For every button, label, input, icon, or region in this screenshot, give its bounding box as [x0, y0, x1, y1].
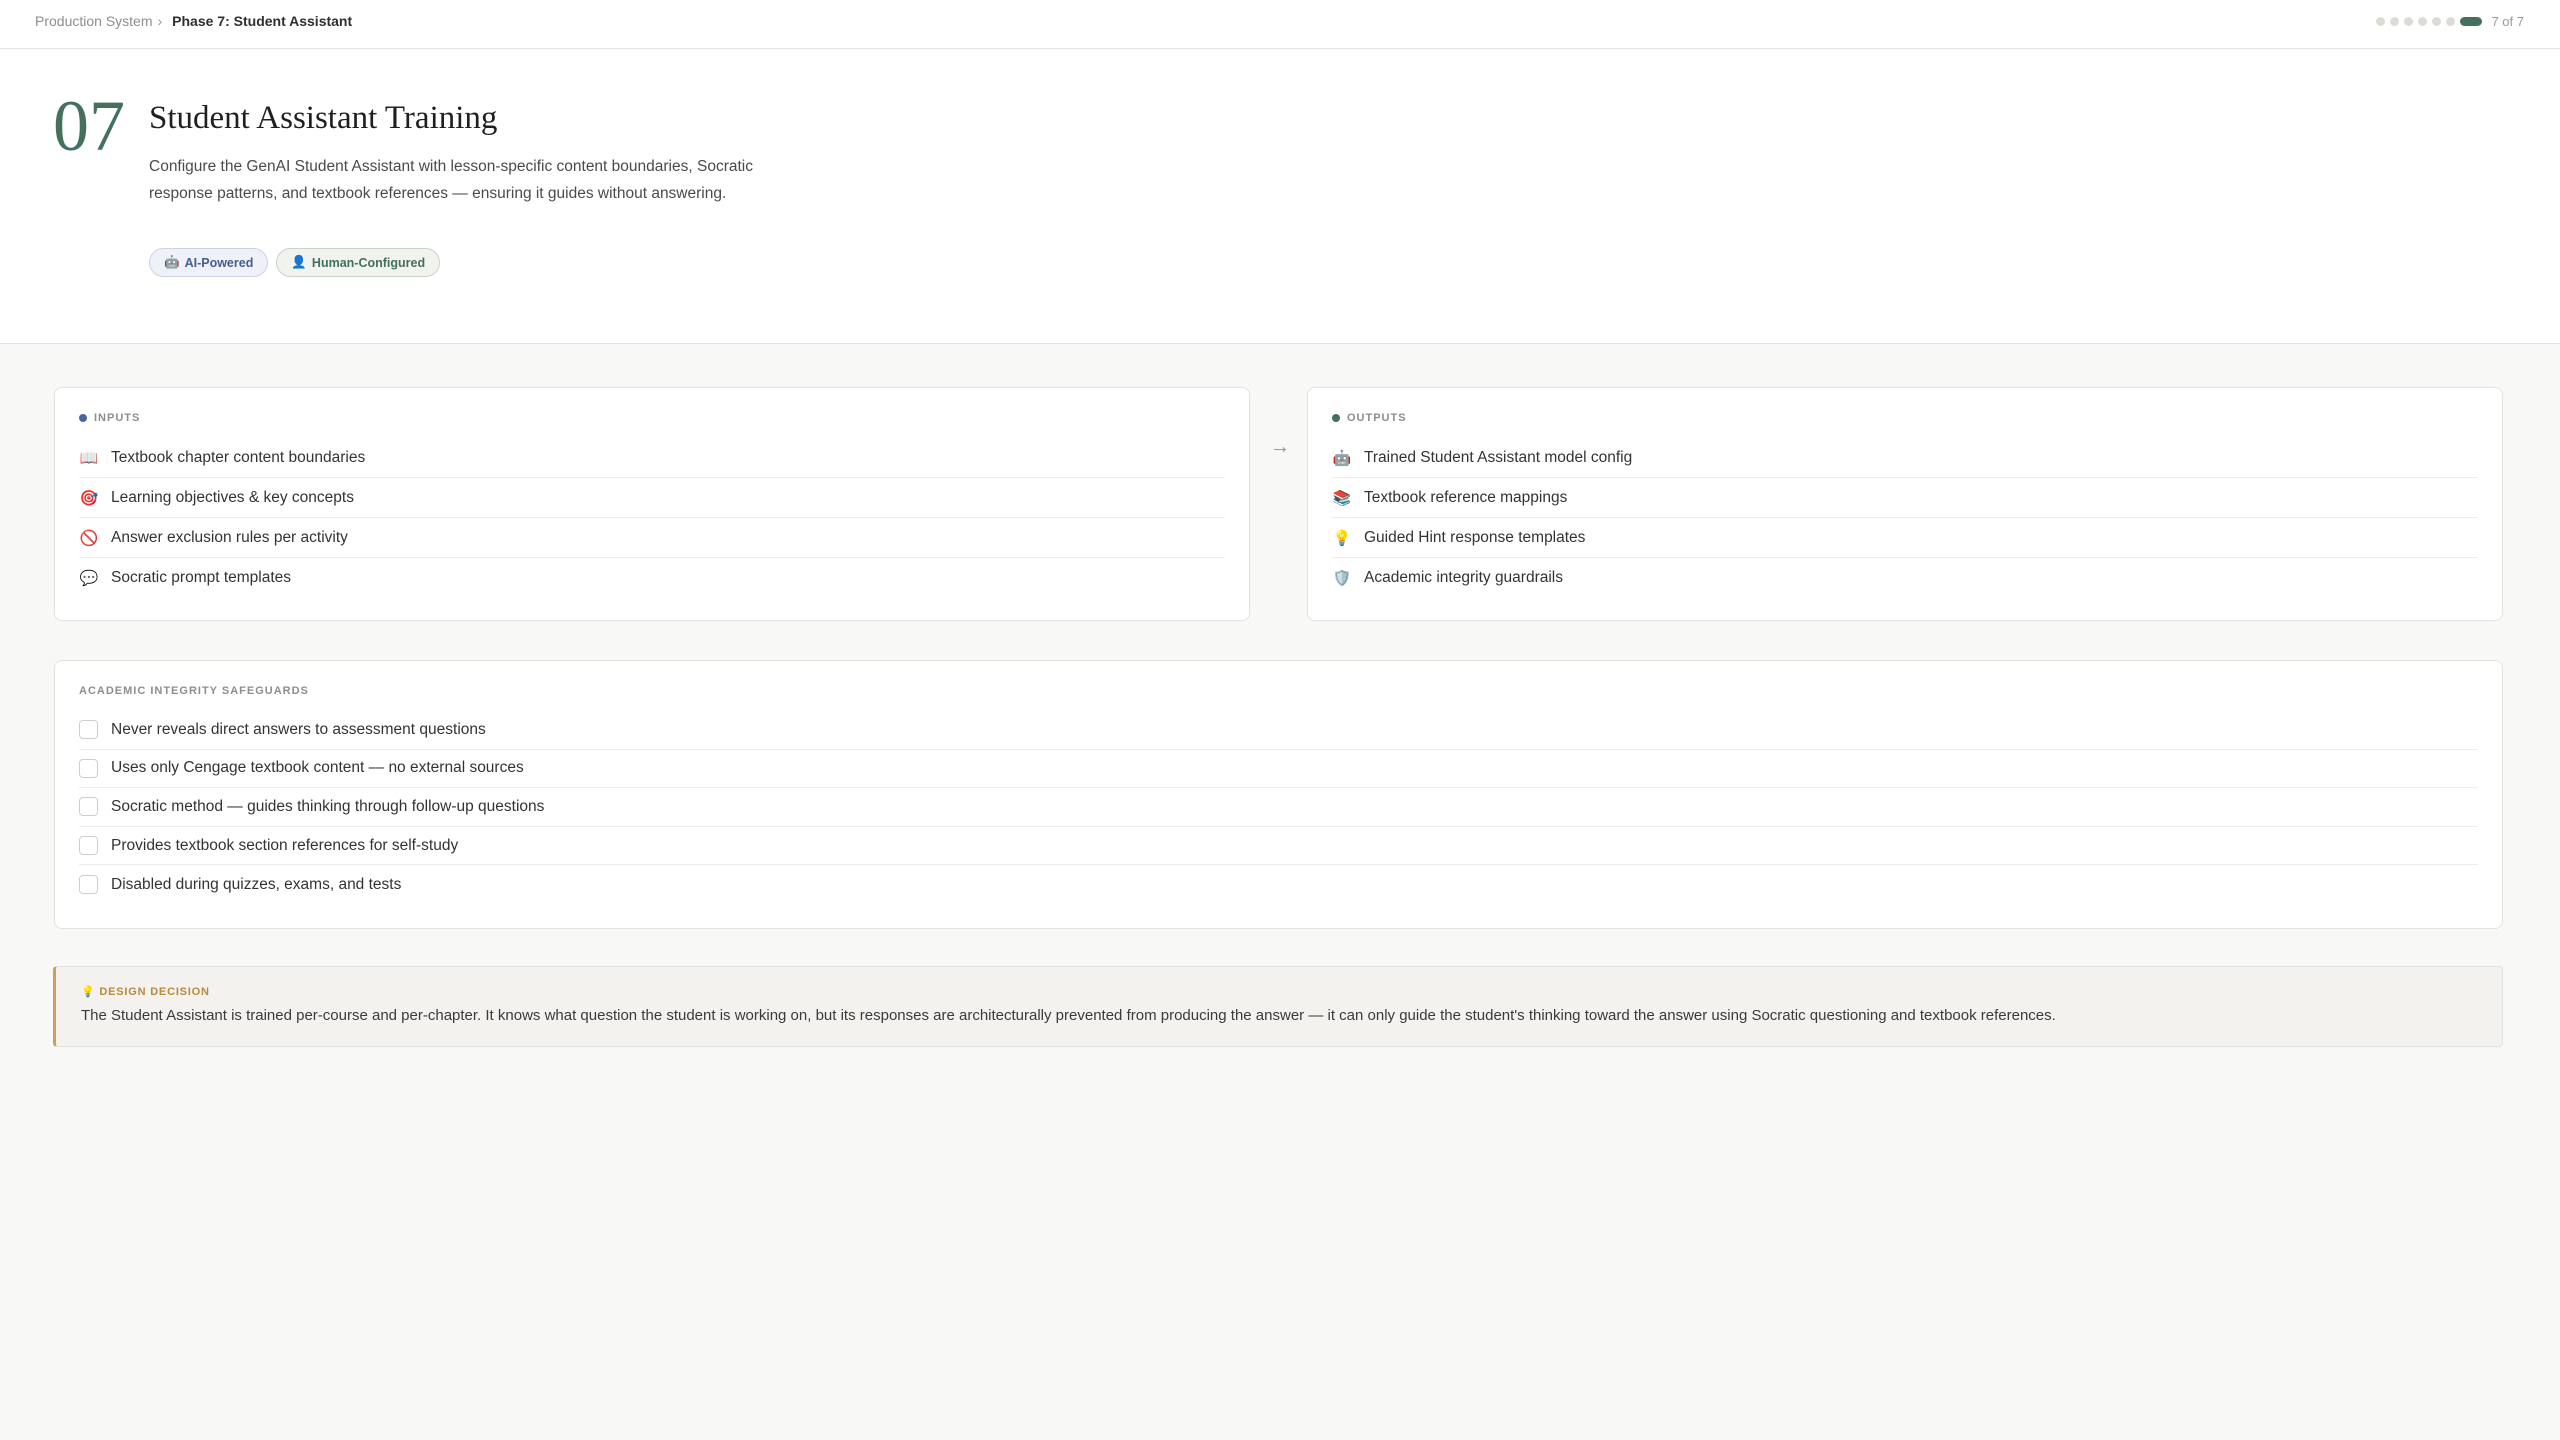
- human-configured-badge: 👤 Human-Configured: [276, 248, 441, 277]
- checklist-item-label: Disabled during quizzes, exams, and test…: [111, 875, 402, 893]
- design-decision-callout: 💡 DESIGN DECISION The Student Assistant …: [53, 966, 2503, 1047]
- checkbox[interactable]: [79, 758, 98, 778]
- safeguards-list: Never reveals direct answers to assessme…: [79, 711, 2478, 904]
- badge-label: Human-Configured: [311, 255, 426, 270]
- phase-header: 07 Student Assistant Training Configure …: [0, 50, 2560, 344]
- shield-icon: 🛡️: [1332, 570, 1352, 587]
- list-item-label: Answer exclusion rules per activity: [111, 528, 348, 546]
- list-item: 🛡️ Academic integrity guardrails: [1332, 558, 2478, 598]
- list-item: 💬 Socratic prompt templates: [79, 558, 1225, 598]
- progress-dot[interactable]: [2418, 17, 2428, 26]
- safeguards-label: ACADEMIC INTEGRITY SAFEGUARDS: [79, 685, 309, 697]
- robot-icon: 🤖: [164, 255, 180, 269]
- design-decision-text: The Student Assistant is trained per-cou…: [81, 1007, 2056, 1024]
- progress-dot[interactable]: [2376, 17, 2386, 26]
- phase-progress: 7 of 7: [2376, 14, 2524, 29]
- list-item-label: Guided Hint response templates: [1364, 528, 1586, 546]
- list-item: 🤖 Trained Student Assistant model config: [1332, 438, 2478, 478]
- inputs-label: INPUTS: [79, 412, 140, 424]
- inputs-title: INPUTS: [94, 412, 141, 424]
- progress-dot-active[interactable]: [2460, 17, 2483, 26]
- lightbulb-icon: 💡: [81, 986, 96, 998]
- page-title: Student Assistant Training: [149, 100, 498, 136]
- top-bar: Production System › Phase 7: Student Ass…: [0, 0, 2560, 49]
- page-description: Configure the GenAI Student Assistant wi…: [149, 158, 753, 202]
- phase-number: 07: [53, 86, 125, 166]
- arrow-right-icon: →: [1270, 436, 1290, 458]
- list-item-label: Learning objectives & key concepts: [111, 488, 354, 506]
- checkbox[interactable]: [79, 720, 98, 740]
- books-icon: 📚: [1332, 489, 1352, 507]
- list-item-label: Textbook chapter content boundaries: [111, 448, 366, 466]
- list-item-label: Socratic prompt templates: [111, 569, 292, 586]
- progress-dot[interactable]: [2432, 17, 2442, 26]
- progress-dot[interactable]: [2446, 17, 2456, 26]
- checklist-item: Provides textbook section references for…: [79, 827, 2478, 866]
- checklist-item: Never reveals direct answers to assessme…: [79, 711, 2478, 750]
- prohibited-icon: 🚫: [79, 529, 99, 547]
- checklist-item-label: Socratic method — guides thinking throug…: [111, 797, 545, 815]
- design-decision-label: 💡 DESIGN DECISION: [81, 985, 210, 998]
- progress-dot[interactable]: [2390, 17, 2400, 26]
- breadcrumb-current: Phase 7: Student Assistant: [172, 13, 353, 29]
- breadcrumb-separator: ›: [157, 13, 163, 29]
- list-item-label: Trained Student Assistant model config: [1364, 448, 1633, 466]
- list-item: 📚 Textbook reference mappings: [1332, 478, 2478, 518]
- badge-label: AI-Powered: [184, 255, 254, 270]
- progress-label: 7 of 7: [2491, 14, 2524, 29]
- inputs-bullet: [79, 414, 87, 422]
- breadcrumb-parent[interactable]: Production System: [35, 13, 153, 29]
- checklist-item: Socratic method — guides thinking throug…: [79, 788, 2478, 827]
- outputs-title: OUTPUTS: [1347, 412, 1407, 424]
- book-icon: 📖: [79, 449, 99, 467]
- checklist-item: Uses only Cengage textbook content — no …: [79, 750, 2478, 789]
- inputs-card: INPUTS 📖 Textbook chapter content bounda…: [54, 387, 1250, 621]
- outputs-list: 🤖 Trained Student Assistant model config…: [1332, 438, 2478, 598]
- design-decision-title: DESIGN DECISION: [99, 986, 210, 998]
- checkbox[interactable]: [79, 875, 98, 895]
- list-item: 💡 Guided Hint response templates: [1332, 518, 2478, 558]
- outputs-label: OUTPUTS: [1332, 412, 1407, 424]
- list-item: 🎯 Learning objectives & key concepts: [79, 478, 1225, 518]
- safeguards-card: ACADEMIC INTEGRITY SAFEGUARDS Never reve…: [54, 660, 2503, 929]
- checkbox[interactable]: [79, 836, 98, 856]
- checklist-item-label: Never reveals direct answers to assessme…: [111, 720, 486, 738]
- list-item: 🚫 Answer exclusion rules per activity: [79, 518, 1225, 558]
- person-icon: 👤: [291, 255, 307, 269]
- speech-bubble-icon: 💬: [79, 570, 99, 587]
- list-item-label: Textbook reference mappings: [1364, 488, 1568, 506]
- checklist-item-label: Provides textbook section references for…: [111, 836, 459, 854]
- ai-powered-badge: 🤖 AI-Powered: [149, 248, 269, 277]
- checkbox[interactable]: [79, 797, 98, 817]
- list-item-label: Academic integrity guardrails: [1364, 569, 1564, 586]
- robot-icon: 🤖: [1332, 449, 1352, 467]
- inputs-list: 📖 Textbook chapter content boundaries 🎯 …: [79, 438, 1225, 598]
- checklist-item: Disabled during quizzes, exams, and test…: [79, 865, 2478, 904]
- breadcrumb: Production System › Phase 7: Student Ass…: [35, 13, 352, 29]
- lightbulb-icon: 💡: [1332, 529, 1352, 547]
- outputs-bullet: [1332, 414, 1340, 422]
- outputs-card: OUTPUTS 🤖 Trained Student Assistant mode…: [1307, 387, 2503, 621]
- checklist-item-label: Uses only Cengage textbook content — no …: [111, 759, 524, 777]
- list-item: 📖 Textbook chapter content boundaries: [79, 438, 1225, 478]
- target-icon: 🎯: [79, 489, 99, 507]
- badge-group: 🤖 AI-Powered 👤 Human-Configured: [149, 248, 441, 277]
- progress-dot[interactable]: [2404, 17, 2414, 26]
